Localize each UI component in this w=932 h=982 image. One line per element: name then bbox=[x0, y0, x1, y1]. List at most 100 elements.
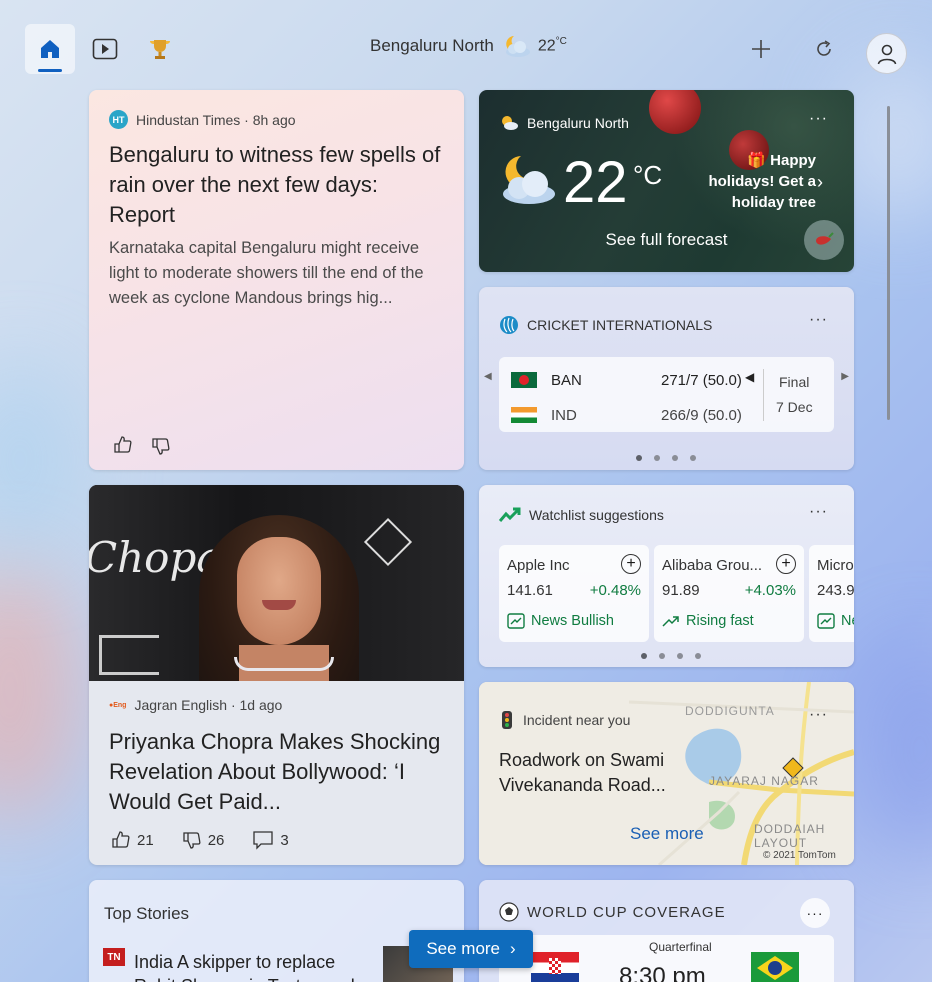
location-weather[interactable]: Bengaluru North 22°C bbox=[370, 33, 567, 59]
profile-button[interactable] bbox=[866, 33, 907, 74]
weather-unit: °C bbox=[633, 160, 663, 190]
refresh-button[interactable] bbox=[799, 24, 849, 74]
add-stock-icon[interactable]: + bbox=[776, 554, 796, 574]
see-full-forecast-link[interactable]: See full forecast bbox=[479, 230, 854, 250]
location-name: Bengaluru North bbox=[370, 36, 494, 55]
add-widget-button[interactable] bbox=[736, 24, 786, 74]
dislike-count: 26 bbox=[207, 831, 225, 849]
weather-card[interactable]: Bengaluru North ··· 22 °C 🎁 Happy holida… bbox=[479, 90, 854, 272]
jagran-logo-icon: ●Eng bbox=[109, 701, 127, 709]
backdrop-panel bbox=[99, 635, 159, 675]
comment-button[interactable]: 3 bbox=[252, 830, 289, 850]
dislike-button[interactable]: 26 bbox=[182, 830, 225, 850]
cricket-header: CRICKET INTERNATIONALS bbox=[527, 317, 713, 333]
gift-icon: 🎁 bbox=[747, 152, 766, 169]
partly-cloudy-night-icon bbox=[505, 36, 530, 57]
stock-name: Micro bbox=[817, 557, 854, 574]
team2-name: IND bbox=[551, 407, 577, 424]
stock-change: +0.48% bbox=[589, 582, 641, 599]
cricket-more-button[interactable]: ··· bbox=[809, 311, 828, 329]
news-title[interactable]: Bengaluru to witness few spells of rain … bbox=[109, 140, 449, 230]
team2-score: 266/9 (50.0) bbox=[661, 407, 742, 424]
dislike-button[interactable] bbox=[151, 436, 171, 461]
trophy-icon bbox=[150, 40, 170, 59]
video-tab[interactable] bbox=[80, 24, 130, 74]
brazil-flag-icon bbox=[751, 952, 799, 982]
portrait-face bbox=[237, 537, 321, 645]
incident-title[interactable]: Roadwork on Swami Vivekananda Road... bbox=[499, 748, 689, 798]
bangladesh-flag-icon bbox=[511, 372, 537, 388]
cricket-prev-icon[interactable]: ◀ bbox=[484, 371, 492, 382]
news-photo[interactable]: Chopard bbox=[89, 485, 464, 681]
see-more-button[interactable]: See more › bbox=[409, 930, 533, 968]
croatia-flag-icon bbox=[531, 952, 579, 982]
thumbs-up-icon bbox=[112, 831, 130, 848]
holiday-promo[interactable]: 🎁 Happy holidays! Get a holiday tree bbox=[704, 150, 816, 213]
stock-card-microsoft[interactable]: Micro 243.9 Ne bbox=[809, 545, 854, 642]
batting-indicator-icon: ◀ bbox=[745, 370, 755, 384]
like-button[interactable] bbox=[113, 435, 133, 460]
watchlist-card[interactable]: Watchlist suggestions ··· Apple Inc + 14… bbox=[479, 485, 854, 667]
news-card-hindustan-times[interactable]: HT Hindustan Times · 8h ago Bengaluru to… bbox=[89, 90, 464, 470]
world-cup-more-button[interactable]: ··· bbox=[800, 898, 830, 928]
scrollbar[interactable] bbox=[887, 106, 890, 420]
stock-tag: Ne bbox=[817, 613, 854, 629]
stock-card-apple[interactable]: Apple Inc + 141.61 +0.48% News Bullish bbox=[499, 545, 649, 642]
incident-see-more-link[interactable]: See more bbox=[630, 824, 704, 844]
watchlist-header: Watchlist suggestions bbox=[529, 507, 664, 523]
watchlist-more-button[interactable]: ··· bbox=[809, 503, 828, 521]
pagination-dots[interactable] bbox=[636, 455, 696, 461]
pagination-dots[interactable] bbox=[641, 653, 701, 659]
map-label-3: DODDAIAH LAYOUT bbox=[754, 822, 826, 850]
traffic-light-icon bbox=[502, 711, 512, 729]
match-card[interactable]: Quarterfinal 8:30 pm bbox=[499, 935, 834, 982]
copilot-button[interactable] bbox=[804, 220, 844, 260]
times-now-logo-icon: TN bbox=[103, 948, 125, 966]
trending-up-icon bbox=[662, 616, 679, 627]
top-bar: Bengaluru North 22°C bbox=[0, 0, 932, 88]
world-cup-header: WORLD CUP COVERAGE bbox=[527, 903, 726, 921]
like-button[interactable]: 21 bbox=[111, 830, 154, 850]
news-card-jagran[interactable]: Chopard ●Eng Jagran English · 1d ago Pri… bbox=[89, 485, 464, 865]
stock-tag: Rising fast bbox=[662, 613, 754, 629]
weather-more-button[interactable]: ··· bbox=[809, 110, 828, 128]
home-tab[interactable] bbox=[25, 24, 75, 74]
hindustan-times-logo-icon: HT bbox=[109, 110, 128, 129]
engagement-bar: 21 26 3 bbox=[111, 830, 289, 850]
pepper-icon bbox=[816, 232, 834, 245]
person-icon bbox=[877, 44, 896, 64]
chevron-right-icon[interactable]: › bbox=[817, 172, 823, 193]
top-stories-card[interactable]: Top Stories TN India A skipper to replac… bbox=[89, 880, 464, 982]
stock-trend-icon bbox=[499, 507, 521, 522]
stock-tag-text: Rising fast bbox=[686, 613, 754, 629]
top-stories-header: Top Stories bbox=[104, 904, 190, 923]
active-tab-indicator bbox=[38, 69, 62, 72]
stock-card-alibaba[interactable]: Alibaba Grou... + 91.89 +4.03% Rising fa… bbox=[654, 545, 804, 642]
weather-location: Bengaluru North bbox=[527, 115, 629, 131]
home-icon bbox=[41, 40, 59, 58]
news-chart-icon bbox=[507, 613, 525, 629]
stock-tag-text: News Bullish bbox=[531, 613, 614, 629]
thumbs-down-icon bbox=[152, 438, 170, 455]
sports-tab[interactable] bbox=[135, 24, 185, 74]
top-story-title[interactable]: India A skipper to replace Rohit Sharma … bbox=[134, 950, 374, 982]
cricket-next-icon[interactable]: ▶ bbox=[841, 371, 849, 382]
incident-more-button[interactable]: ··· bbox=[809, 706, 828, 724]
partly-cloudy-night-large-icon bbox=[503, 156, 555, 204]
incident-header: Incident near you bbox=[523, 712, 631, 728]
team1-score: 271/7 (50.0) bbox=[661, 372, 742, 389]
add-stock-icon[interactable]: + bbox=[621, 554, 641, 574]
weather-temperature: 22 bbox=[563, 150, 628, 215]
world-cup-card[interactable]: WORLD CUP COVERAGE ··· Quarterfinal 8:30… bbox=[479, 880, 854, 982]
cricket-card[interactable]: CRICKET INTERNATIONALS ··· ◀ ▶ BAN 271/7… bbox=[479, 287, 854, 470]
portrait-necklace bbox=[234, 657, 334, 671]
soccer-ball-icon bbox=[499, 902, 519, 922]
map-label-2: JAYARAJ NAGAR bbox=[709, 774, 819, 788]
stock-change: +4.03% bbox=[744, 582, 796, 599]
news-title[interactable]: Priyanka Chopra Makes Shocking Revelatio… bbox=[109, 727, 449, 817]
match-time: 8:30 pm bbox=[619, 963, 706, 982]
cricket-scorecard[interactable]: BAN 271/7 (50.0) ◀ IND 266/9 (50.0) Fina… bbox=[499, 357, 834, 432]
divider bbox=[763, 369, 764, 421]
portrait-lips bbox=[262, 600, 296, 610]
incident-card[interactable]: DODDIGUNTA JAYARAJ NAGAR DODDAIAH LAYOUT… bbox=[479, 682, 854, 865]
